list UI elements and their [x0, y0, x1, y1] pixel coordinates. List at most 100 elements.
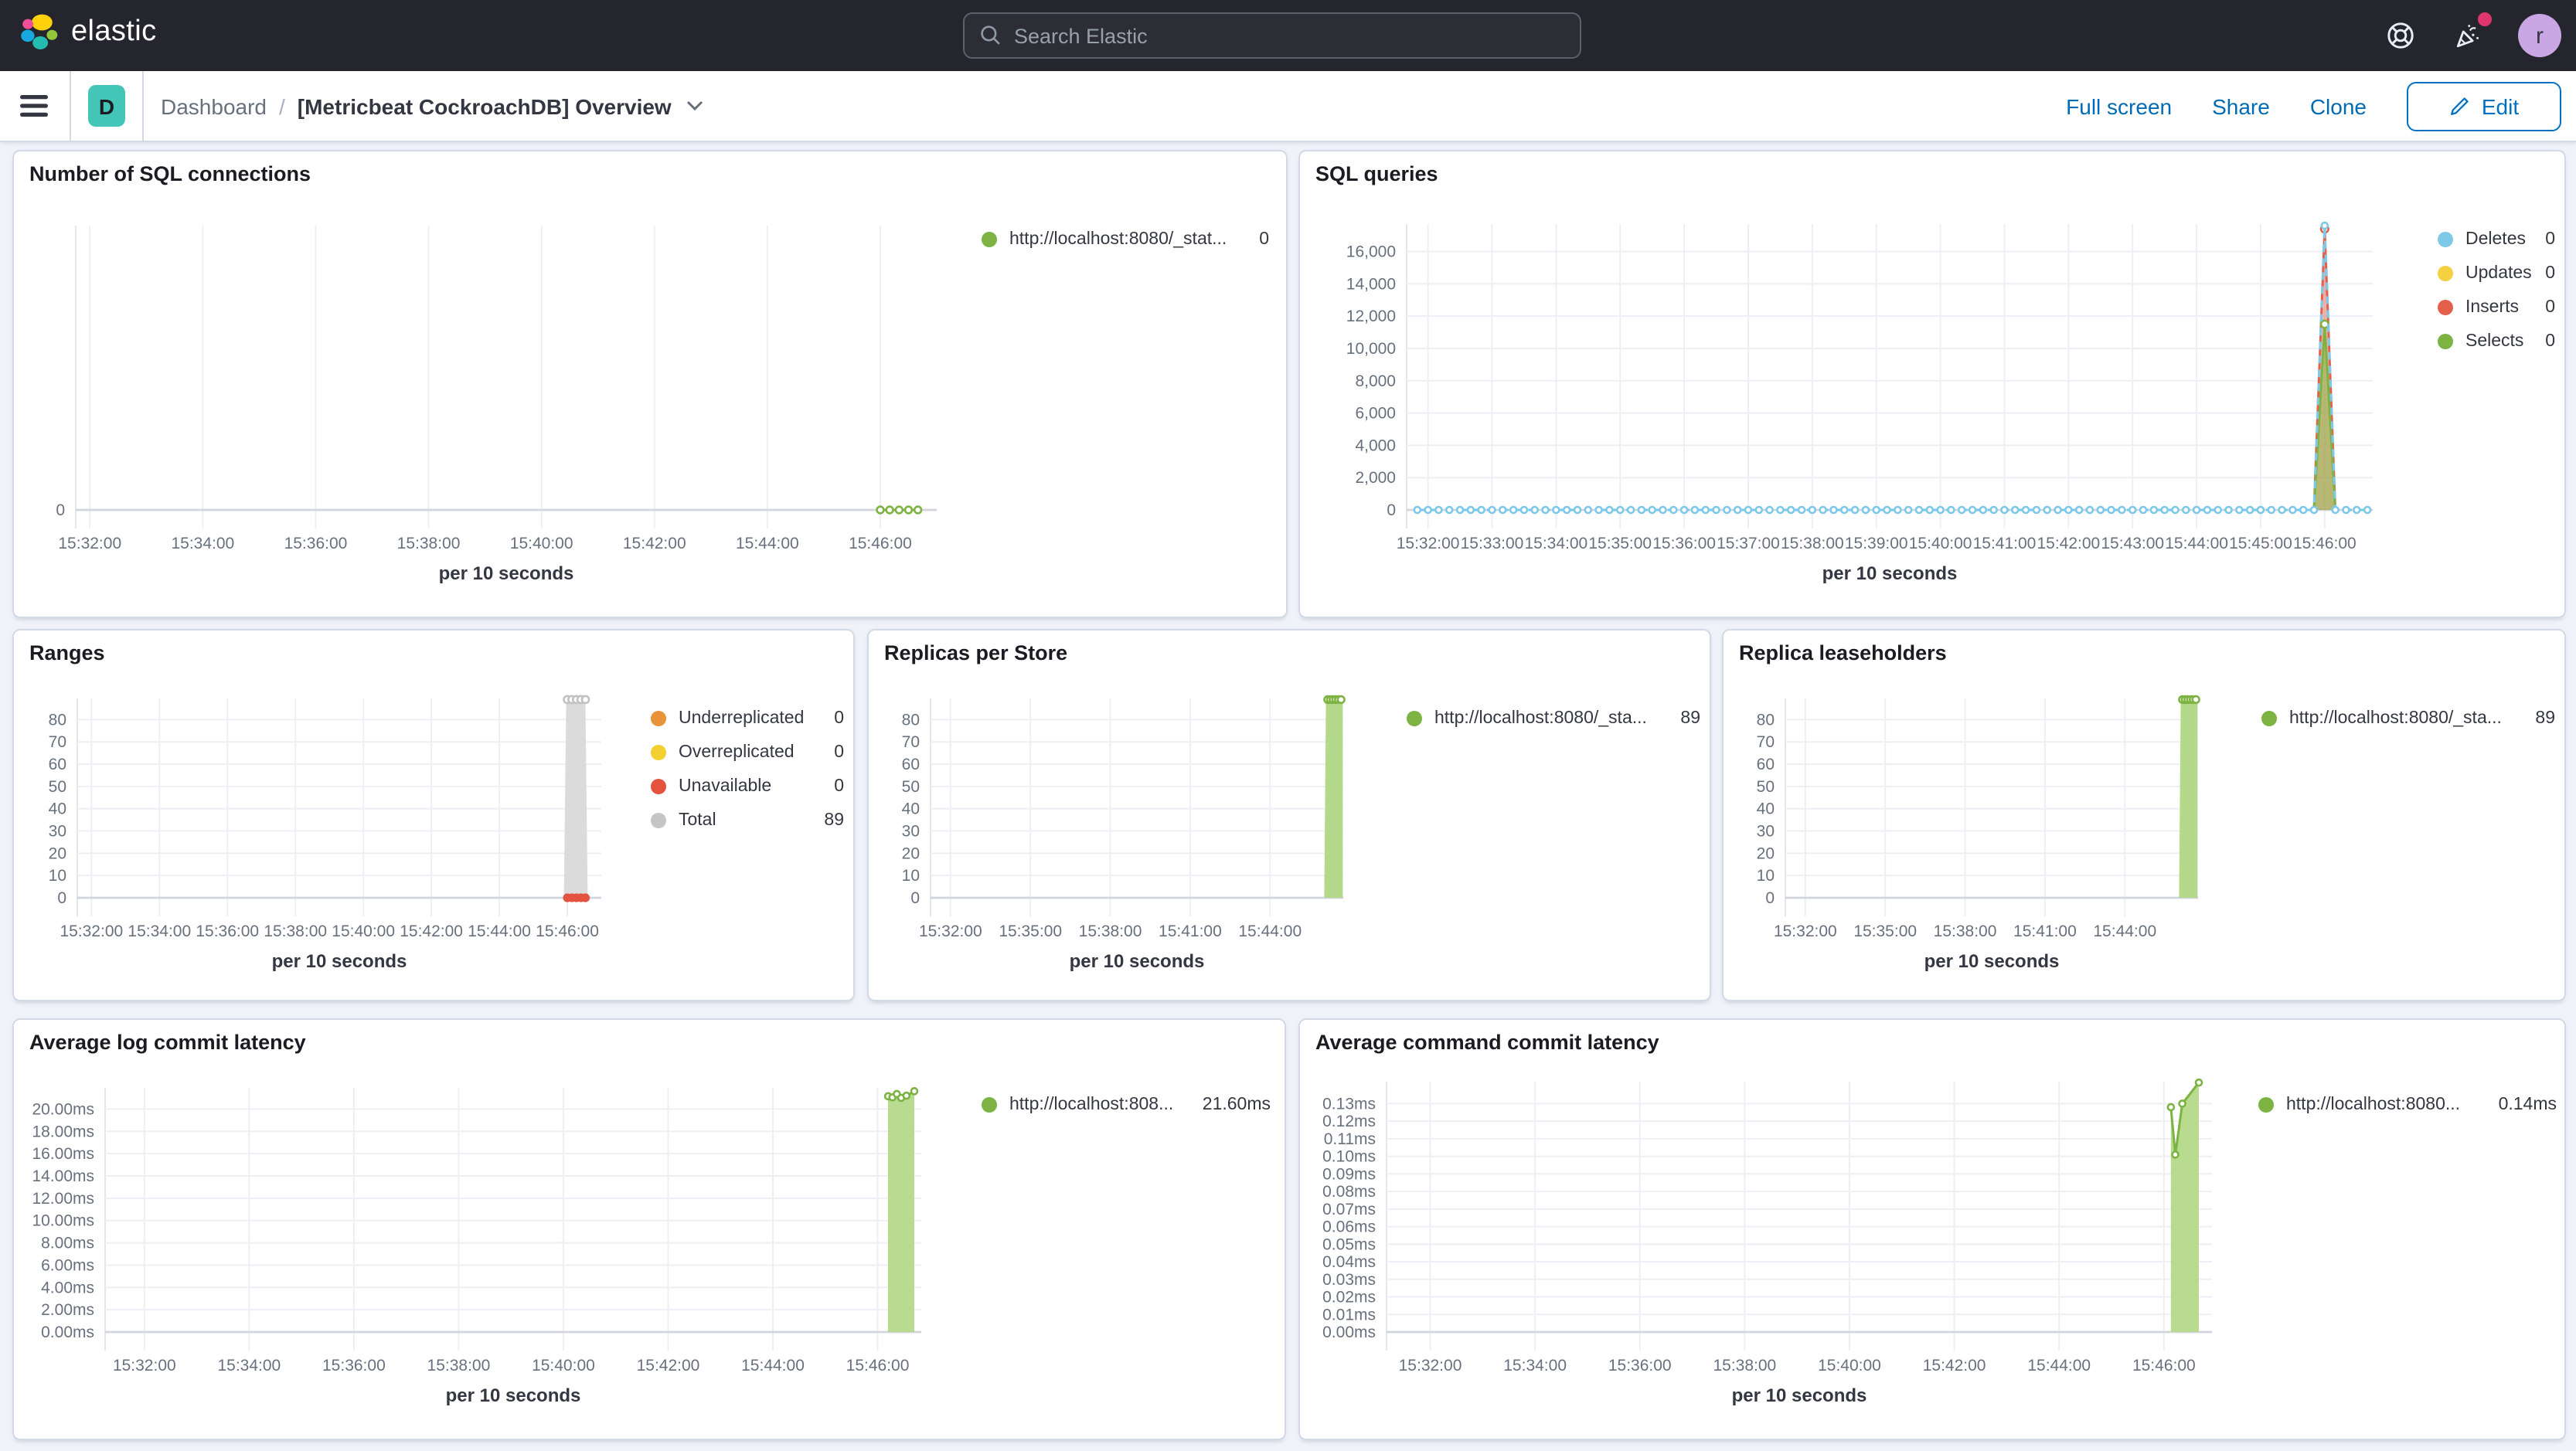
divider	[70, 71, 71, 141]
panel-title[interactable]: Replica leaseholders	[1739, 641, 1947, 664]
legend-series-value: 0	[2545, 264, 2555, 283]
legend-item[interactable]: Underreplicated 0	[651, 702, 844, 736]
newsfeed-button[interactable]	[2450, 12, 2492, 54]
legend-series-dot	[982, 1097, 997, 1113]
panel-title[interactable]: Replicas per Store	[884, 641, 1067, 664]
panel-title[interactable]: Average log commit latency	[29, 1031, 306, 1054]
panel-title[interactable]: Ranges	[29, 641, 105, 664]
svg-text:15:42:00: 15:42:00	[1923, 1357, 1986, 1375]
legend-series-value: 89	[2535, 709, 2555, 728]
legend-item[interactable]: Updates 0	[2438, 257, 2555, 291]
chart-legend: Deletes 0 Updates 0 Inserts 0 Selects 0	[2438, 223, 2555, 359]
svg-text:15:42:00: 15:42:00	[400, 923, 463, 940]
svg-text:30: 30	[902, 823, 920, 841]
legend-series-value: 21.60ms	[1202, 1096, 1271, 1114]
share-button[interactable]: Share	[2212, 93, 2270, 118]
svg-text:15:46:00: 15:46:00	[2293, 535, 2357, 552]
legend-series-label: http://localhost:8080/_stat...	[1009, 230, 1227, 249]
svg-text:0: 0	[56, 501, 65, 519]
svg-text:15:41:00: 15:41:00	[1159, 923, 1222, 940]
dashboard-actions: Full screen Share Clone Edit	[2066, 71, 2561, 141]
legend-series-value: 0.14ms	[2498, 1096, 2557, 1114]
chart-legend: http://localhost:8080... 0.14ms	[2258, 1088, 2557, 1122]
svg-text:15:36:00: 15:36:00	[284, 535, 348, 552]
replicas-per-store-chart[interactable]: 15:32:00 15:35:00 15:38:00 15:41:00 15:44:00…	[869, 630, 1710, 1000]
legend-item[interactable]: Total 89	[651, 804, 844, 838]
svg-text:15:35:00: 15:35:00	[1853, 923, 1917, 940]
svg-text:0.06ms: 0.06ms	[1322, 1218, 1376, 1236]
dashboard-canvas: Number of SQL connections 15:32:00 15:34:…	[0, 141, 2576, 1451]
legend-series-label: http://localhost:8080...	[2286, 1096, 2461, 1114]
full-screen-button[interactable]: Full screen	[2066, 93, 2172, 118]
legend-series-label: Underreplicated	[679, 709, 805, 728]
svg-text:0.01ms: 0.01ms	[1322, 1306, 1376, 1324]
svg-text:per 10 seconds: per 10 seconds	[1822, 563, 1958, 584]
edit-button[interactable]: Edit	[2407, 81, 2561, 131]
breadcrumb-separator: /	[279, 93, 285, 118]
brand-name: elastic	[71, 15, 157, 48]
svg-text:15:41:00: 15:41:00	[1973, 535, 2037, 552]
chart-legend: http://localhost:8080/_sta... 89	[2261, 702, 2555, 736]
breadcrumb-dashboard-link[interactable]: Dashboard	[161, 93, 267, 118]
avg-command-commit-latency-chart[interactable]: 15:32:00 15:34:00 15:36:00 15:38:00 15:40:00…	[1300, 1020, 2564, 1439]
panel-title[interactable]: Average command commit latency	[1315, 1031, 1659, 1054]
panel-title[interactable]: Number of SQL connections	[29, 162, 311, 185]
legend-item[interactable]: Overreplicated 0	[651, 736, 844, 770]
legend-item[interactable]: Selects 0	[2438, 325, 2555, 359]
svg-text:15:38:00: 15:38:00	[427, 1357, 491, 1375]
legend-series-dot	[651, 711, 666, 726]
legend-item[interactable]: http://localhost:8080/_sta... 89	[2261, 702, 2555, 736]
legend-item[interactable]: Deletes 0	[2438, 223, 2555, 257]
svg-text:2,000: 2,000	[1355, 469, 1396, 487]
search-placeholder: Search Elastic	[1014, 24, 1148, 47]
svg-text:80: 80	[1757, 711, 1775, 729]
svg-text:12,000: 12,000	[1346, 308, 1396, 325]
divider	[142, 71, 144, 141]
svg-text:0.05ms: 0.05ms	[1322, 1235, 1376, 1253]
svg-text:40: 40	[1757, 800, 1775, 818]
title-menu-button[interactable]	[687, 100, 704, 111]
legend-series-dot	[1407, 711, 1422, 726]
svg-text:15:33:00: 15:33:00	[1461, 535, 1524, 552]
panel-sql-queries: SQL queries 15:32:00 15:33:00 15:34:00 15:3…	[1298, 150, 2566, 618]
clone-button[interactable]: Clone	[2310, 93, 2367, 118]
svg-text:10.00ms: 10.00ms	[32, 1212, 94, 1230]
svg-text:15:38:00: 15:38:00	[1079, 923, 1142, 940]
avg-log-commit-latency-chart[interactable]: 15:32:00 15:34:00 15:36:00 15:38:00 15:40:00…	[14, 1020, 1285, 1439]
legend-item[interactable]: http://localhost:8080/_sta... 89	[1407, 702, 1700, 736]
elastic-home-link[interactable]: elastic	[19, 12, 157, 53]
legend-series-dot	[651, 813, 666, 828]
panel-number-of-sql-connections: Number of SQL connections 15:32:00 15:34:…	[12, 150, 1288, 618]
global-search-input[interactable]: Search Elastic	[963, 12, 1581, 59]
help-button[interactable]	[2382, 17, 2419, 54]
svg-text:15:36:00: 15:36:00	[1652, 535, 1716, 552]
legend-item[interactable]: http://localhost:8080... 0.14ms	[2258, 1088, 2557, 1122]
svg-text:15:44:00: 15:44:00	[736, 535, 799, 552]
legend-item[interactable]: Unavailable 0	[651, 770, 844, 804]
svg-text:15:46:00: 15:46:00	[536, 923, 599, 940]
replica-leaseholders-chart[interactable]: 15:32:00 15:35:00 15:38:00 15:41:00 15:44:00…	[1724, 630, 2564, 1000]
sql-queries-chart[interactable]: 15:32:00 15:33:00 15:34:00 15:35:00 15:36:00…	[1300, 151, 2564, 617]
svg-text:0.00ms: 0.00ms	[41, 1324, 94, 1341]
legend-series-value: 0	[1259, 230, 1269, 249]
svg-text:15:40:00: 15:40:00	[1818, 1357, 1881, 1375]
svg-text:15:34:00: 15:34:00	[1524, 535, 1587, 552]
svg-text:per 10 seconds: per 10 seconds	[439, 563, 574, 584]
svg-text:15:40:00: 15:40:00	[532, 1357, 595, 1375]
svg-text:16.00ms: 16.00ms	[32, 1145, 94, 1163]
user-avatar[interactable]: r	[2518, 14, 2561, 57]
legend-item[interactable]: http://localhost:8080/_stat... 0	[982, 223, 1269, 257]
legend-item[interactable]: http://localhost:808... 21.60ms	[982, 1088, 1271, 1122]
space-badge[interactable]: D	[88, 85, 125, 127]
svg-text:15:42:00: 15:42:00	[2037, 535, 2100, 552]
svg-text:0.02ms: 0.02ms	[1322, 1289, 1376, 1307]
legend-item[interactable]: Inserts 0	[2438, 291, 2555, 325]
sql-connections-chart[interactable]: 15:32:00 15:34:00 15:36:00 15:38:00 15:40:00…	[14, 151, 1286, 617]
svg-text:15:32:00: 15:32:00	[58, 535, 121, 552]
svg-text:8.00ms: 8.00ms	[41, 1235, 94, 1252]
legend-series-label: Unavailable	[679, 777, 772, 796]
panel-title[interactable]: SQL queries	[1315, 162, 1438, 185]
menu-button[interactable]	[20, 94, 48, 125]
legend-series-dot	[2258, 1097, 2274, 1113]
svg-text:80: 80	[49, 711, 66, 729]
